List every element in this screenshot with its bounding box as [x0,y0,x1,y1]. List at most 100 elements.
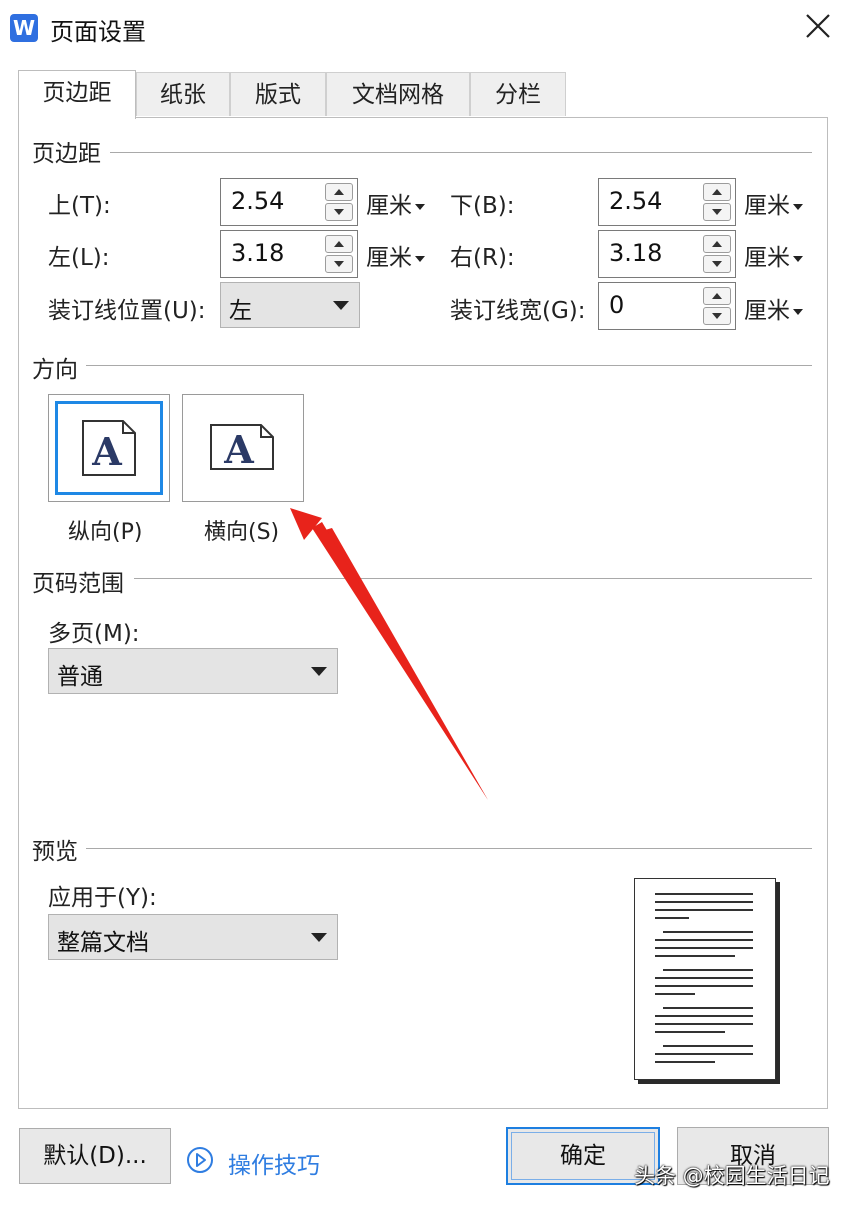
left-margin-value[interactable]: 3.18 [231,239,284,267]
preview-text-line [663,1045,753,1047]
page-setup-dialog: W 页面设置 页边距 纸张 版式 文档网格 分栏 页边距 上(T): 2.54 … [0,0,856,1208]
preview-divider [86,848,812,849]
preview-text-line [655,901,753,903]
top-margin-unit[interactable]: 厘米 [366,186,425,220]
spin-up-icon[interactable] [325,235,353,253]
preview-text-line [655,1053,753,1055]
bottom-margin-label: 下(B): [450,193,515,219]
tab-document-grid[interactable]: 文档网格 [326,72,470,116]
preview-text-line [655,977,753,979]
spin-down-icon[interactable] [703,203,731,221]
wps-logo-icon: W [10,14,38,42]
left-margin-spinbox[interactable]: 3.18 [220,230,358,278]
gutter-position-select[interactable]: 左 [220,282,360,328]
dialog-title: 页面设置 [50,18,146,46]
landscape-page-icon: A [210,424,274,471]
right-margin-spinbox[interactable]: 3.18 [598,230,736,278]
multiple-pages-select[interactable]: 普通 [48,648,338,694]
preview-text-line [655,985,753,987]
spin-down-icon[interactable] [703,255,731,273]
portrait-button[interactable]: A [48,394,170,502]
gutter-position-value: 左 [229,298,252,324]
top-margin-label: 上(T): [48,193,111,219]
unit-text: 厘米 [366,193,412,219]
preview-text-line [655,1061,715,1063]
play-circle-icon [187,1147,213,1173]
tab-layout[interactable]: 版式 [230,72,326,116]
multiple-pages-value: 普通 [57,664,103,690]
spin-down-icon[interactable] [703,307,731,325]
preview-text-line [663,931,753,933]
preview-text-line [655,955,735,957]
preview-text-line [655,1031,725,1033]
multiple-pages-label: 多页(M): [48,621,140,647]
gutter-width-label: 装订线宽(G): [450,298,586,324]
preview-text-line [663,1007,753,1009]
default-button[interactable]: 默认(D)... [19,1128,171,1184]
spin-up-icon[interactable] [703,235,731,253]
right-margin-value[interactable]: 3.18 [609,239,662,267]
bottom-margin-value[interactable]: 2.54 [609,187,662,215]
orientation-divider [86,365,812,366]
preview-text-line [655,909,753,911]
preview-text-line [655,893,753,895]
chevron-down-icon [415,203,425,210]
landscape-button[interactable]: A [182,394,304,502]
gutter-position-label: 装订线位置(U): [48,298,206,324]
apply-to-value: 整篇文档 [57,930,149,956]
tab-columns[interactable]: 分栏 [470,72,566,116]
apply-to-select[interactable]: 整篇文档 [48,914,338,960]
title-bar: W 页面设置 [0,0,856,58]
tab-paper[interactable]: 纸张 [136,72,230,116]
preview-section-title: 预览 [32,832,86,866]
bottom-margin-spinbox[interactable]: 2.54 [598,178,736,226]
gutter-width-unit[interactable]: 厘米 [744,291,803,325]
page-range-divider [134,578,812,579]
chevron-down-icon [793,308,803,315]
close-icon[interactable] [802,10,834,42]
apply-to-label: 应用于(Y): [48,885,157,911]
orientation-section-title: 方向 [32,350,86,384]
portrait-page-icon: A [82,420,136,476]
chevron-down-icon [333,301,349,310]
unit-text: 厘米 [744,245,790,271]
page-letter: A [223,427,254,471]
preview-text-line [655,947,753,949]
chevron-down-icon [793,203,803,210]
preview-text-line [655,993,695,995]
page-letter: A [91,429,122,474]
right-margin-unit[interactable]: 厘米 [744,238,803,272]
bottom-margin-unit[interactable]: 厘米 [744,186,803,220]
top-margin-value[interactable]: 2.54 [231,187,284,215]
left-margin-unit[interactable]: 厘米 [366,238,425,272]
chevron-down-icon [311,933,327,942]
landscape-label: 横向(S) [204,520,280,545]
margins-section-title: 页边距 [32,134,109,168]
gutter-width-spinbox[interactable]: 0 [598,282,736,330]
spin-up-icon[interactable] [703,287,731,305]
margins-divider [110,152,812,153]
spin-down-icon[interactable] [325,203,353,221]
preview-text-line [655,917,689,919]
portrait-label: 纵向(P) [68,520,143,545]
unit-text: 厘米 [744,193,790,219]
spin-up-icon[interactable] [703,183,731,201]
preview-text-line [655,1015,753,1017]
spin-down-icon[interactable] [325,255,353,273]
top-margin-spinbox[interactable]: 2.54 [220,178,358,226]
left-margin-label: 左(L): [48,245,110,271]
spin-up-icon[interactable] [325,183,353,201]
unit-text: 厘米 [366,245,412,271]
watermark: 头条 @校园生活日记 [634,1164,830,1188]
tips-label[interactable]: 操作技巧 [228,1146,320,1180]
gutter-width-value[interactable]: 0 [609,291,624,319]
right-margin-label: 右(R): [450,245,515,271]
chevron-down-icon [415,255,425,262]
preview-text-line [663,969,753,971]
page-range-section-title: 页码范围 [32,564,132,598]
preview-text-line [655,1023,753,1025]
tab-margins[interactable]: 页边距 [18,70,136,119]
chevron-down-icon [793,255,803,262]
page-preview [634,878,776,1080]
chevron-down-icon [311,667,327,676]
